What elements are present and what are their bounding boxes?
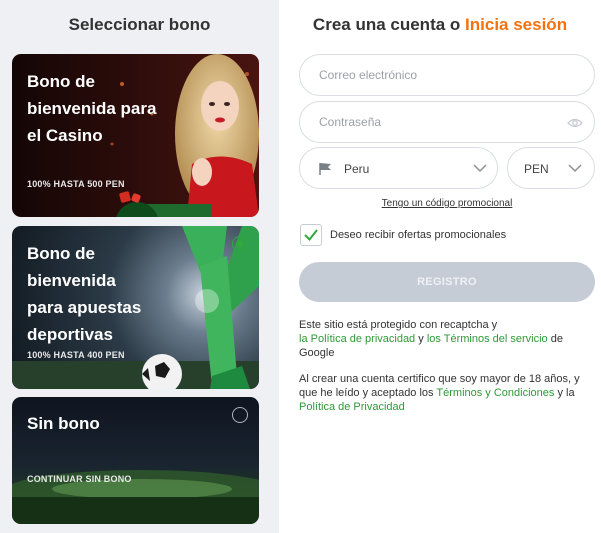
currency-select[interactable]: PEN — [507, 147, 595, 189]
recaptcha-notice: Este sitio está protegido con recaptcha … — [299, 318, 597, 360]
register-title-text: Crea una cuenta o — [312, 15, 466, 34]
bonus-card-none-subtitle: CONTINUAR SIN BONO — [27, 474, 132, 484]
bonus-card-none-title: Sin bono — [27, 414, 100, 433]
google-privacy-link[interactable]: la Política de privacidad — [299, 333, 415, 345]
register-title: Crea una cuenta o Inicia sesión — [279, 15, 601, 35]
bonus-card-casino-title: Bono de bienvenida para el Casino — [27, 72, 157, 145]
email-field[interactable] — [299, 54, 595, 96]
flag-icon — [319, 163, 331, 175]
bonus-panel-title: Seleccionar bono — [68, 15, 211, 34]
country-select[interactable]: Peru — [299, 147, 498, 189]
promo-code-link[interactable]: Tengo un código promocional — [299, 198, 595, 209]
terms-conditions-link[interactable]: Términos y Condiciones — [436, 387, 554, 399]
offers-checkbox[interactable] — [300, 224, 322, 246]
google-terms-link[interactable]: los Términos del servicio — [427, 333, 548, 345]
password-field[interactable] — [299, 101, 595, 143]
login-link[interactable]: Inicia sesión — [465, 15, 567, 34]
currency-value: PEN — [524, 162, 549, 176]
offers-checkbox-label: Deseo recibir ofertas promocionales — [330, 229, 507, 241]
bonus-card-casino[interactable]: Bono de bienvenida para el Casino 100% H… — [12, 54, 259, 217]
register-button[interactable]: REGISTRO — [299, 262, 595, 302]
bonus-panel: Seleccionar bono Bono de bienvenida para… — [0, 0, 279, 533]
email-input[interactable] — [319, 68, 559, 82]
bonus-card-sports-title: Bono de bienvenida para apuestas deporti… — [27, 244, 142, 344]
bonus-card-none[interactable]: Sin bono CONTINUAR SIN BONO — [12, 397, 259, 524]
bonus-card-casino-subtitle: 100% HASTA 500 PEN — [27, 179, 125, 189]
country-value: Peru — [344, 162, 370, 176]
age-notice: Al crear una cuenta certifico que soy ma… — [299, 372, 597, 414]
bonus-card-sports-subtitle: 100% HASTA 400 PEN — [27, 350, 125, 360]
eye-icon[interactable] — [567, 117, 583, 129]
bonus-card-sports[interactable]: Bono de bienvenida para apuestas deporti… — [12, 226, 259, 389]
chevron-down-icon — [568, 164, 582, 173]
chevron-down-icon — [473, 164, 487, 173]
bonus-card-none-radio[interactable] — [232, 407, 248, 423]
recaptcha-and: y — [415, 333, 427, 345]
privacy-policy-link[interactable]: Política de Privacidad — [299, 401, 405, 413]
age-notice-and: y la — [554, 387, 575, 399]
check-icon — [304, 229, 318, 242]
password-input[interactable] — [319, 115, 559, 129]
bonus-card-sports-radio[interactable] — [232, 236, 248, 252]
recaptcha-prefix: Este sitio está protegido con recaptcha … — [299, 319, 498, 331]
